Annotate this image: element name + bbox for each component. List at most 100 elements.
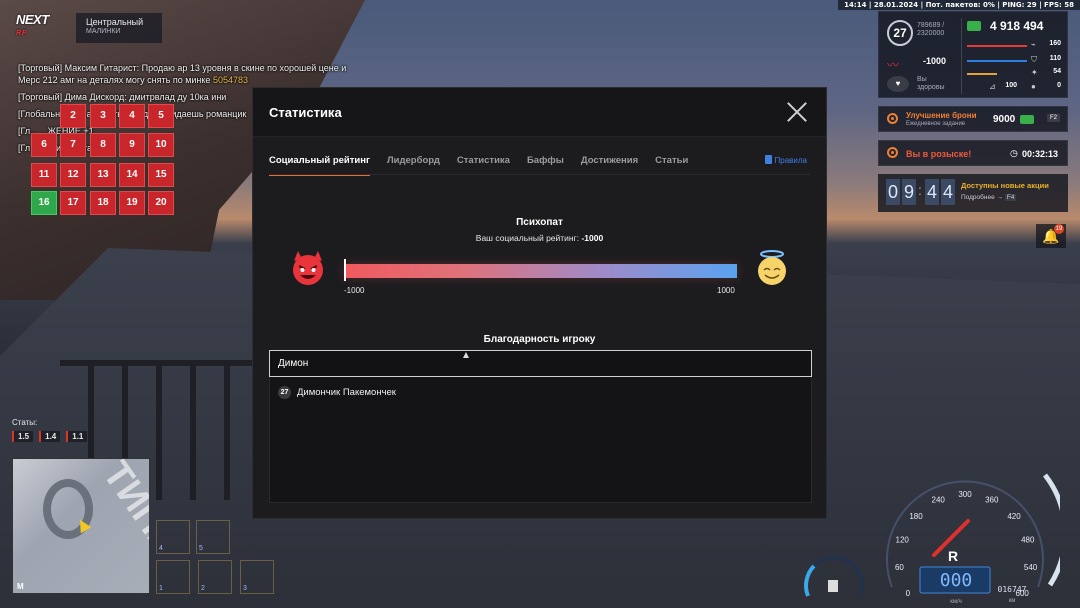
advent-day-cell[interactable]: 11	[31, 163, 57, 187]
advent-day-cell[interactable]: 2	[60, 104, 86, 128]
rules-link[interactable]: Правила	[764, 155, 807, 165]
speed-tick-label: 120	[896, 536, 910, 545]
angel-emoji-icon	[758, 250, 786, 285]
chat-message: [Торговый] Максим Гитарист: Продаю ар 13…	[18, 63, 347, 85]
quest-reward: 9000	[993, 114, 1016, 125]
close-icon[interactable]	[786, 101, 808, 123]
rpm-arc	[1043, 473, 1060, 587]
rating-min: -1000	[344, 286, 365, 295]
advent-day-cell[interactable]: 4	[119, 104, 145, 128]
minimap-letter: М	[17, 582, 24, 591]
hunger-value: 54	[1053, 68, 1061, 75]
speed-tick-label: 60	[895, 563, 904, 572]
speed-tick-label: 480	[1021, 536, 1035, 545]
advent-day-cell[interactable]: 10	[148, 133, 174, 157]
money-value: 4 918 494	[990, 19, 1044, 33]
advent-day-cell[interactable]: 8	[90, 133, 116, 157]
advent-day-cell[interactable]: 15	[148, 163, 174, 187]
location-name: Центральный	[86, 17, 144, 27]
advent-day-cell[interactable]: 13	[90, 163, 116, 187]
quest-title: Улучшение брони	[906, 111, 977, 120]
speed-tick-label: 300	[958, 490, 972, 499]
hotkey-slot[interactable]: 2	[198, 560, 232, 594]
minimap[interactable]: ТИПАЛ М	[12, 458, 150, 594]
hotkey-slot[interactable]: 5	[196, 520, 230, 554]
fuel-level-arc	[804, 564, 816, 597]
daily-quest-card[interactable]: Улучшение брони Ежедневное задание 9000 …	[878, 106, 1068, 132]
mouse-cursor-icon	[463, 352, 469, 358]
stat-value: 1.5	[12, 431, 34, 442]
cash-icon	[967, 21, 981, 31]
health-bar	[967, 45, 1027, 47]
list-item[interactable]: 27 Димончик Пакемончек	[278, 386, 396, 399]
promo-link[interactable]: Подробнее → F4	[961, 194, 1017, 201]
speed-value: 000	[940, 570, 973, 591]
player-name: Димончик Пакемончек	[297, 387, 396, 398]
rating-subtitle: Ваш социальный рейтинг: -1000	[475, 233, 604, 243]
shield-icon: ⛉	[1031, 55, 1037, 64]
promo-timer[interactable]: 0 9 : 4 4 Доступны новые акции Подробнее…	[878, 174, 1068, 212]
hotkey-slot[interactable]: 3	[240, 560, 274, 594]
player-hud: 27 789689 /2320000 〰 -1000 ♥ Вы здоровы 4…	[878, 11, 1068, 98]
advent-day-cell[interactable]: 12	[60, 163, 86, 187]
advent-day-cell[interactable]: 9	[119, 133, 145, 157]
advent-day-cell[interactable]: 14	[119, 163, 145, 187]
advent-day-cell[interactable]: 5	[148, 104, 174, 128]
reputation-icon: 〰	[887, 58, 900, 72]
tab-statistics[interactable]: Статистика	[457, 155, 510, 176]
player-search-input[interactable]	[269, 350, 812, 377]
thirst-value: 0	[1057, 82, 1061, 89]
tab-achievements[interactable]: Достижения	[581, 155, 638, 176]
tab-bar: Социальный рейтинг Лидерборд Статистика …	[269, 155, 705, 176]
statistics-modal: Статистика Социальный рейтинг Лидерборд …	[252, 87, 827, 519]
ammo-value: 100	[1005, 82, 1017, 89]
level-badge: 27	[887, 20, 913, 46]
minimap-street-label: ТИПАЛ	[94, 458, 150, 587]
advent-day-cell[interactable]: 17	[60, 191, 86, 215]
gratitude-title: Благодарность игроку	[483, 334, 596, 345]
location-district: МАЛИНКИ	[86, 28, 121, 35]
advent-day-cell[interactable]: 6	[31, 133, 57, 157]
stat-value: 1.1	[66, 431, 88, 442]
tab-articles[interactable]: Статьи	[655, 155, 688, 176]
tab-buffs[interactable]: Баффы	[527, 155, 564, 176]
search-results-list: 27 Димончик Пакемончек	[269, 377, 812, 503]
timer-digit: 4	[925, 179, 939, 205]
location-box: Центральный МАЛИНКИ	[76, 13, 162, 43]
pulse-icon: ⌁	[1031, 40, 1036, 49]
modal-header: Статистика	[253, 88, 826, 137]
tab-leaderboard[interactable]: Лидерборд	[387, 155, 440, 176]
armor-value: 110	[1049, 55, 1061, 62]
advent-day-cell[interactable]: 20	[148, 191, 174, 215]
wanted-title: Вы в розыске!	[906, 149, 972, 159]
hotkey-slot[interactable]: 1	[156, 560, 190, 594]
speedometer: 000 R км/ч 016747 км 0601201802403003604…	[886, 473, 1060, 605]
heart-icon: ♥	[887, 76, 909, 92]
speed-tick-label: 600	[1016, 589, 1030, 598]
timer-colon: :	[918, 182, 922, 198]
speed-tick-label: 240	[932, 496, 946, 505]
bell-icon[interactable]: 🔔 19	[1036, 224, 1066, 248]
speed-tick-label: 540	[1024, 563, 1038, 572]
cash-icon	[1020, 115, 1034, 124]
rating-rank-title: Психопат	[516, 217, 563, 228]
advent-day-cell[interactable]: 19	[119, 191, 145, 215]
speed-unit: км/ч	[950, 599, 962, 605]
notification-count: 19	[1054, 224, 1064, 234]
hotkey-slot[interactable]: 4	[156, 520, 190, 554]
tab-social-rating[interactable]: Социальный рейтинг	[269, 155, 370, 176]
advent-day-cell[interactable]: 7	[60, 133, 86, 157]
reputation-value: -1000	[923, 56, 947, 66]
health-value: 160	[1049, 40, 1061, 47]
tab-divider	[269, 174, 810, 175]
advent-day-cell[interactable]: 16	[31, 191, 57, 215]
quest-subtitle: Ежедневное задание	[906, 121, 966, 127]
social-rating-bar	[344, 264, 737, 278]
devil-emoji-icon	[293, 251, 323, 285]
player-level-badge: 27	[278, 386, 291, 399]
advent-day-cell[interactable]: 18	[90, 191, 116, 215]
speed-tick-label: 420	[1007, 512, 1021, 521]
armor-bar	[967, 60, 1027, 62]
advent-day-cell[interactable]: 3	[90, 104, 116, 128]
logo-area: NEXT RP Центральный МАЛИНКИ	[12, 13, 162, 43]
